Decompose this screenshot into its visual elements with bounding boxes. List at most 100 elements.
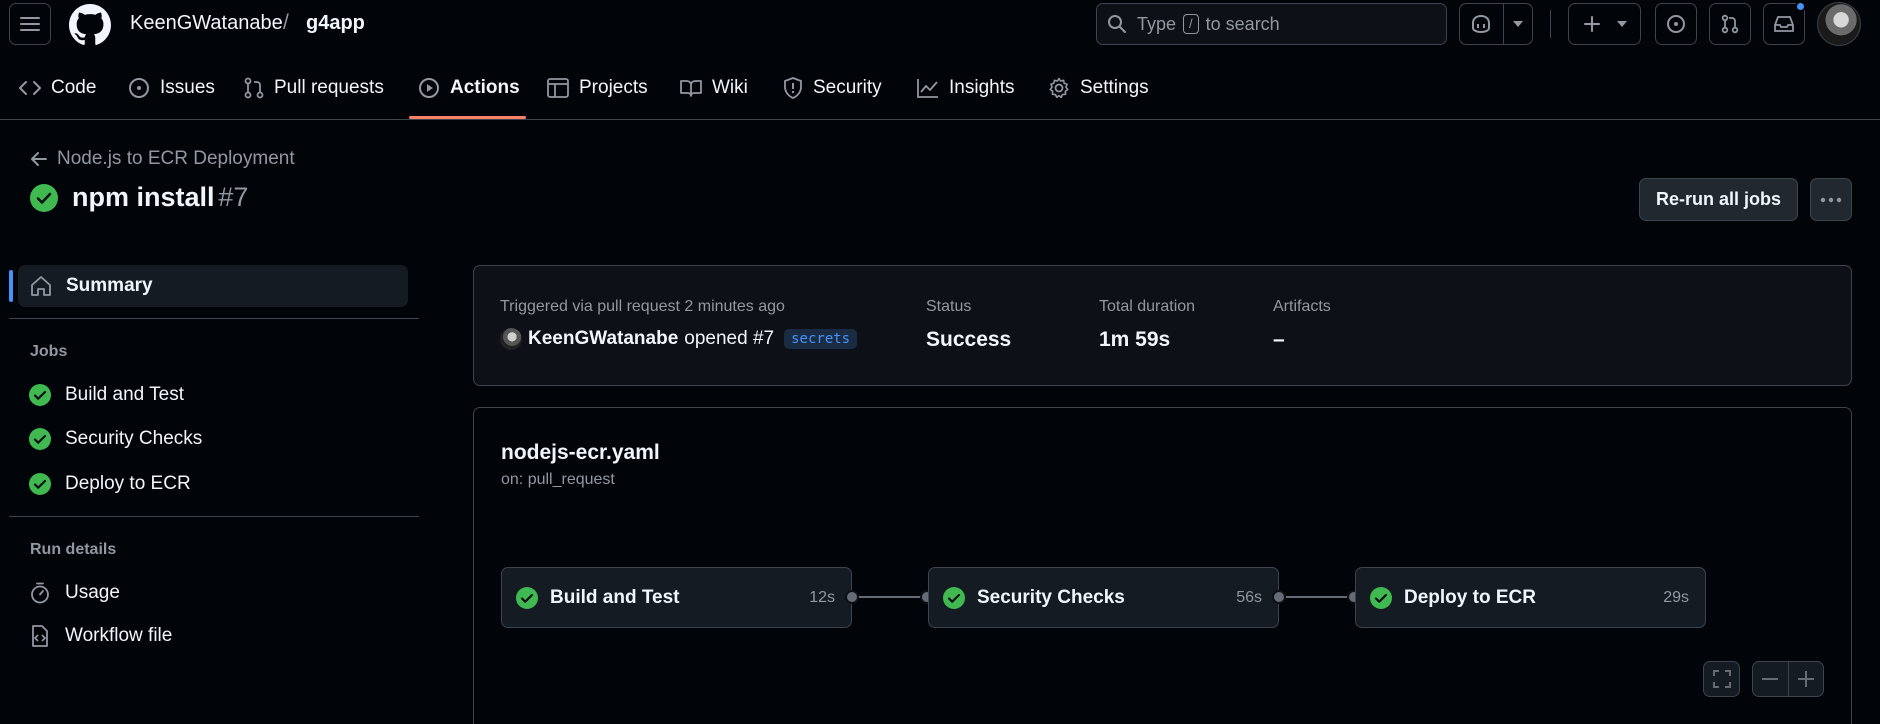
- tab-projects[interactable]: Projects: [547, 68, 648, 108]
- plus-icon: [1797, 671, 1814, 687]
- kebab-horizontal-icon: [1820, 197, 1842, 202]
- tab-label: Insights: [949, 77, 1015, 98]
- sidebar-item-label: Summary: [66, 275, 153, 296]
- breadcrumb-repo[interactable]: g4app: [306, 12, 365, 35]
- run-summary-card: Triggered via pull request 2 minutes ago…: [473, 265, 1852, 386]
- breadcrumb-owner[interactable]: KeenGWatanabe: [130, 12, 283, 35]
- job-node-build-and-test[interactable]: Build and Test 12s: [501, 567, 852, 628]
- sidebar-item-label: Workflow file: [65, 625, 173, 646]
- sidebar-item-job[interactable]: Build and Test: [29, 384, 184, 406]
- tab-label: Settings: [1080, 77, 1149, 98]
- tab-security[interactable]: Security: [783, 68, 882, 108]
- book-icon: [680, 80, 702, 97]
- job-connector-line: [1286, 596, 1348, 598]
- plus-icon: [1583, 16, 1600, 32]
- code-icon: [19, 81, 41, 95]
- page-title: npm install #7: [30, 182, 248, 213]
- user-avatar[interactable]: [1817, 2, 1861, 46]
- issue-opened-icon: [1667, 15, 1685, 33]
- global-bar: KeenGWatanabe / g4app Type / to search: [0, 0, 1880, 48]
- search-placeholder-suffix: to search: [1205, 13, 1280, 34]
- github-logo-icon[interactable]: [69, 4, 111, 46]
- more-options-button[interactable]: [1810, 178, 1852, 221]
- job-name: Build and Test: [550, 586, 680, 608]
- check-circle-fill-icon: [516, 586, 538, 609]
- sidebar-item-summary[interactable]: Summary: [18, 265, 408, 307]
- rerun-all-jobs-button[interactable]: Re-run all jobs: [1639, 178, 1798, 221]
- stopwatch-icon: [31, 582, 49, 604]
- duration-value: 1m 59s: [1099, 328, 1171, 351]
- inbox-icon: [1774, 16, 1794, 32]
- header-divider: [1550, 10, 1551, 38]
- menu-button[interactable]: [9, 3, 51, 45]
- job-duration: 29s: [1663, 588, 1689, 606]
- job-connector-dot: [1272, 590, 1286, 604]
- artifacts-value: –: [1273, 328, 1285, 351]
- job-connector-dot: [845, 590, 859, 604]
- tab-settings[interactable]: Settings: [1048, 68, 1149, 108]
- tab-actions[interactable]: Actions: [418, 68, 520, 108]
- workflow-trigger-event: on: pull_request: [501, 471, 615, 488]
- job-node-deploy-to-ecr[interactable]: Deploy to ECR 29s: [1355, 567, 1706, 628]
- tab-label: Code: [51, 77, 97, 98]
- zoom-in-button[interactable]: [1788, 671, 1823, 687]
- table-icon: [547, 78, 569, 98]
- graph-icon: [917, 79, 938, 98]
- trigger-action[interactable]: opened #7: [684, 328, 774, 350]
- tab-wiki[interactable]: Wiki: [680, 68, 748, 108]
- chevron-down-icon: [1504, 21, 1532, 27]
- sidebar-divider: [9, 516, 419, 517]
- tab-label: Pull requests: [274, 77, 384, 98]
- copilot-button[interactable]: [1459, 3, 1533, 45]
- active-tab-indicator: [409, 116, 526, 119]
- status-label: Status: [926, 298, 972, 315]
- tab-label: Issues: [160, 77, 215, 98]
- breadcrumb-separator: /: [283, 11, 289, 34]
- check-circle-fill-icon: [29, 384, 51, 406]
- job-duration: 12s: [809, 588, 835, 606]
- sidebar-item-usage[interactable]: Usage: [29, 582, 120, 604]
- back-to-workflow-link[interactable]: Node.js to ECR Deployment: [31, 148, 295, 170]
- sidebar-item-job[interactable]: Security Checks: [29, 428, 202, 450]
- shield-icon: [784, 77, 802, 99]
- git-pull-request-icon: [244, 77, 264, 99]
- fullscreen-button[interactable]: [1703, 661, 1740, 697]
- notification-indicator: [1795, 1, 1806, 12]
- play-icon: [419, 78, 439, 98]
- trigger-actor-line: KeenGWatanabe opened #7 secrets: [500, 328, 858, 350]
- sidebar-item-label: Deploy to ECR: [65, 473, 191, 494]
- search-placeholder-prefix: Type: [1137, 13, 1177, 34]
- tab-label: Actions: [450, 77, 520, 98]
- tab-label: Projects: [579, 77, 648, 98]
- tab-code[interactable]: Code: [19, 68, 96, 108]
- zoom-out-button[interactable]: [1753, 678, 1788, 680]
- screen-full-icon: [1712, 670, 1731, 688]
- issue-opened-icon: [129, 78, 149, 98]
- sidebar-item-workflow-file[interactable]: Workflow file: [29, 625, 172, 647]
- home-icon: [31, 276, 51, 296]
- job-node-security-checks[interactable]: Security Checks 56s: [928, 567, 1279, 628]
- check-circle-fill-icon: [30, 183, 58, 212]
- check-circle-fill-icon: [29, 428, 51, 450]
- copilot-icon: [1460, 14, 1503, 34]
- issues-button[interactable]: [1655, 3, 1697, 45]
- check-circle-fill-icon: [1370, 586, 1392, 609]
- job-connector-line: [859, 596, 921, 598]
- pull-requests-button[interactable]: [1709, 3, 1751, 45]
- workflow-file-name: nodejs-ecr.yaml: [501, 441, 660, 464]
- sidebar-active-indicator: [9, 270, 13, 302]
- sidebar-heading-run-details: Run details: [30, 541, 117, 558]
- branch-badge[interactable]: secrets: [784, 329, 858, 349]
- job-name: Security Checks: [977, 586, 1125, 608]
- tab-issues[interactable]: Issues: [128, 68, 215, 108]
- sidebar-item-label: Build and Test: [65, 384, 185, 405]
- tab-insights[interactable]: Insights: [917, 68, 1014, 108]
- trigger-description: Triggered via pull request 2 minutes ago: [500, 298, 785, 315]
- dash-icon: [1762, 678, 1779, 680]
- git-pull-request-icon: [1721, 14, 1739, 34]
- search-input[interactable]: Type / to search: [1096, 3, 1447, 45]
- tab-pull-requests[interactable]: Pull requests: [244, 68, 384, 108]
- create-new-button[interactable]: [1568, 3, 1641, 45]
- sidebar-item-job[interactable]: Deploy to ECR: [29, 473, 191, 495]
- actor-link[interactable]: KeenGWatanabe: [528, 328, 678, 350]
